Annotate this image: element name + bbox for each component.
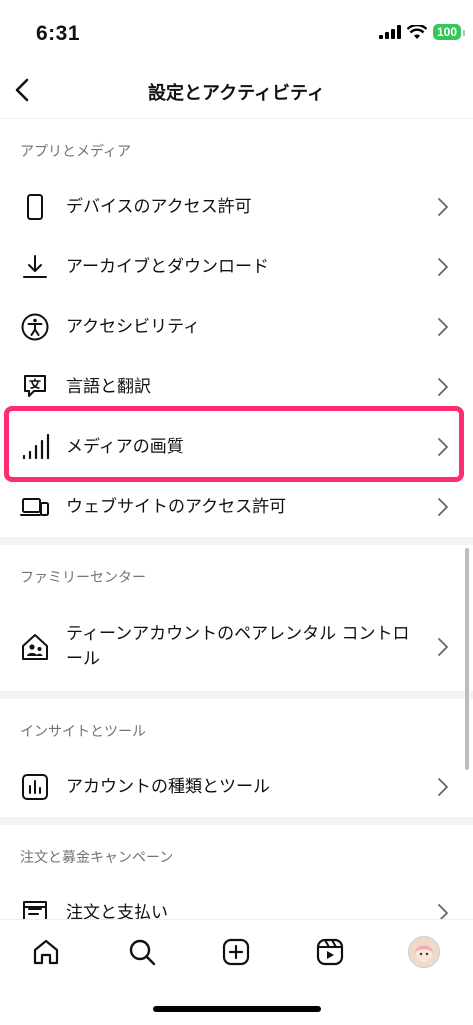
home-icon[interactable] [30, 936, 62, 968]
settings-item-device-permissions[interactable]: デバイスのアクセス許可 [0, 177, 473, 237]
cellular-signal-icon [378, 25, 401, 39]
phone-icon [20, 192, 50, 222]
chevron-right-icon [438, 318, 448, 336]
chevron-right-icon [438, 904, 448, 919]
home-indicator [153, 1006, 321, 1012]
settings-item-label: デバイスのアクセス許可 [66, 196, 252, 217]
status-icons: 100 [378, 24, 466, 40]
settings-item-label: アクセシビリティ [66, 316, 201, 337]
reels-icon[interactable] [314, 936, 346, 968]
chevron-right-icon [438, 258, 448, 276]
settings-item-label: アカウントの種類とツール [66, 776, 270, 797]
settings-item-label: メディアの画質 [66, 436, 184, 457]
translate-icon [20, 372, 50, 402]
laptop-phone-icon [20, 492, 50, 522]
settings-item-label: 言語と翻訳 [66, 376, 151, 397]
section-divider [0, 691, 473, 699]
page-title: 設定とアクティビティ [148, 83, 325, 104]
battery-indicator: 100 [432, 24, 466, 40]
scrollbar[interactable] [465, 548, 469, 770]
signal-bars-icon [20, 432, 50, 462]
section-divider [0, 537, 473, 545]
settings-item-teen-parental-controls[interactable]: ティーンアカウントのペアレンタル コントロール [0, 603, 473, 691]
settings-list[interactable]: アプリとメディア デバイスのアクセス許可 アーカイブとダウンロード アクセシビリ… [0, 119, 473, 919]
settings-item-account-type-tools[interactable]: アカウントの種類とツール [0, 757, 473, 817]
wifi-icon [406, 24, 427, 39]
settings-item-label: ウェブサイトのアクセス許可 [66, 496, 287, 517]
settings-item-label: ティーンアカウントのペアレンタル コントロール [66, 624, 410, 669]
search-icon[interactable] [126, 936, 158, 968]
family-home-icon [20, 632, 50, 662]
section-divider [0, 817, 473, 825]
settings-item-archive-download[interactable]: アーカイブとダウンロード [0, 237, 473, 297]
create-icon[interactable] [220, 936, 252, 968]
settings-item-media-quality[interactable]: メディアの画質 [0, 417, 473, 477]
settings-item-label: アーカイブとダウンロード [66, 256, 269, 277]
avatar [408, 936, 440, 968]
download-icon [20, 252, 50, 282]
chevron-right-icon [438, 638, 448, 656]
section-header-family-center: ファミリーセンター [20, 570, 146, 586]
chevron-right-icon [438, 198, 448, 216]
settings-item-orders-payments[interactable]: 注文と支払い [0, 883, 473, 919]
chevron-right-icon [438, 438, 448, 456]
status-bar: 6:31 100 [0, 0, 473, 64]
navigation-bar: 設定とアクティビティ [0, 64, 473, 119]
insights-chart-icon [20, 772, 50, 802]
settings-item-label: 注文と支払い [66, 902, 168, 920]
orders-icon [20, 898, 50, 919]
status-time: 6:31 [36, 22, 81, 45]
profile-avatar[interactable] [408, 936, 440, 968]
chevron-right-icon [438, 778, 448, 796]
chevron-right-icon [438, 498, 448, 516]
settings-item-website-permissions[interactable]: ウェブサイトのアクセス許可 [0, 477, 473, 537]
settings-item-language-translation[interactable]: 言語と翻訳 [0, 357, 473, 417]
section-header-insights-tools: インサイトとツール [20, 724, 146, 740]
section-header-apps-media: アプリとメディア [20, 144, 132, 160]
accessibility-icon [20, 312, 50, 342]
section-header-orders-fundraisers: 注文と募金キャンペーン [20, 850, 174, 866]
chevron-right-icon [438, 378, 448, 396]
settings-item-accessibility[interactable]: アクセシビリティ [0, 297, 473, 357]
